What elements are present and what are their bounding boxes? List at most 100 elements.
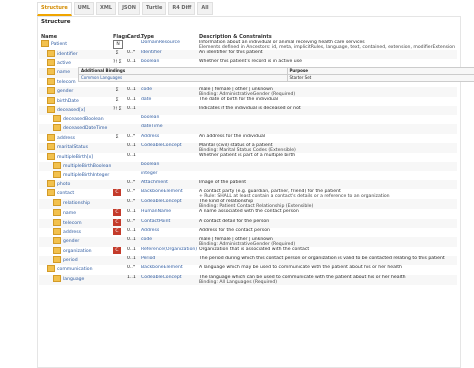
row-card-cell: 0..* [125,199,139,210]
row-name-cell: deceasedDateTime [39,124,111,134]
element-name[interactable]: language [63,277,84,282]
tab-structure[interactable]: Structure [37,2,72,16]
row-name-cell: photo [39,180,111,190]
type-link[interactable]: DomainResource [141,40,180,45]
type-link[interactable]: Attachment [141,180,168,185]
row-name-cell: Patient [39,40,111,50]
row-desc-cell [197,124,457,134]
row-card-cell [125,161,139,172]
row-flags-cell [111,153,125,162]
row-type-cell: code [139,237,197,247]
type-link[interactable]: BackboneElement [141,265,183,270]
row-type-cell: Identifier [139,50,197,60]
type-link[interactable]: Identifier [141,50,162,55]
table-row: identifier Σ 0..* Identifier An identifier f… [39,50,457,60]
row-name-cell: birthDate [39,96,111,106]
type-link[interactable]: integer [141,171,157,176]
row-card-cell: 0..* [125,50,139,60]
element-icon [47,96,55,104]
type-link[interactable]: dateTime [141,124,163,129]
type-link[interactable]: Reference(Organization) [141,247,197,252]
type-link[interactable]: boolean [141,59,159,64]
row-description: Address for the contact person [199,227,270,233]
table-row: name C 0..1 HumanName A name associated with… [39,209,457,218]
type-link[interactable]: CodeableConcept [141,143,182,148]
type-link[interactable]: CodeableConcept [141,199,182,204]
row-desc-cell [197,171,457,180]
element-name[interactable]: deceased[x] [57,108,85,113]
element-icon [53,218,61,226]
row-flags-cell [111,274,125,285]
element-name[interactable]: address [57,136,75,141]
tab-xml[interactable]: XML [96,2,117,15]
type-link[interactable]: boolean [141,162,159,167]
row-card-cell: 1..1 [125,274,139,285]
element-name[interactable]: relationship [63,201,90,206]
row-card-cell: 0..1 [125,86,139,97]
element-name[interactable]: photo [57,182,70,187]
type-link[interactable]: boolean [141,115,159,120]
element-name[interactable]: Patient [51,42,67,47]
row-card-cell: 0..1 [127,152,136,158]
type-link[interactable]: Period [141,256,155,261]
element-name[interactable]: deceasedBoolean [63,117,104,122]
table-row: deceasedBoolean boolean [39,115,457,124]
col-flags: Flags [113,33,129,40]
element-name[interactable]: organization [63,249,92,254]
type-link[interactable]: Address [141,134,159,139]
tab-r4-diff[interactable]: R4 Diff [168,2,196,15]
type-link[interactable]: CodeableConcept [141,275,182,280]
tab-all[interactable]: All [197,2,213,15]
row-description: A language which may be used to communic… [199,265,402,271]
type-link[interactable]: code [141,87,152,92]
row-card-cell: 0..* [127,189,136,195]
element-name[interactable]: active [57,61,71,66]
row-flags-cell: Σ [111,86,125,97]
element-name[interactable]: communication [57,267,93,272]
type-link[interactable]: date [141,97,151,102]
element-icon [47,105,55,113]
tab-json[interactable]: JSON [118,2,140,15]
row-name-cell: multipleBirthInteger [39,171,111,180]
element-icon [47,86,55,94]
row-card-cell: 0..1 [127,247,136,252]
row-flags-cell [111,115,125,124]
element-name[interactable]: address [63,230,81,235]
tab-turtle[interactable]: Turtle [141,2,167,15]
row-description: Whether patient is part of a multiple bi… [199,152,296,158]
type-link[interactable]: ContactPoint [141,219,170,224]
element-name[interactable]: contact [57,191,74,196]
element-name[interactable]: multipleBirthInteger [63,173,109,178]
element-name[interactable]: identifier [57,52,78,57]
row-description: A contact detail for the person [199,218,270,224]
flag-badge: Σ [115,51,119,56]
element-name[interactable]: name [57,70,70,75]
element-name[interactable]: maritalStatus [57,145,88,150]
type-link[interactable]: BackboneElement [141,189,183,194]
row-type-cell: HumanName [139,209,197,218]
row-type-cell: date [139,97,197,106]
element-name[interactable]: telecom [63,221,82,226]
col-name: Name [41,33,58,40]
element-name[interactable]: telecom [57,80,76,85]
row-card-cell: 0..* [127,265,136,271]
element-name[interactable]: period [63,258,78,263]
row-description: The period during which this contact per… [199,256,445,262]
element-name[interactable]: multipleBirthBoolean [63,164,111,169]
element-name[interactable]: gender [57,89,73,94]
type-link[interactable]: HumanName [141,209,171,214]
flag-badge: C [113,209,121,217]
element-name[interactable]: name [63,211,76,216]
element-name[interactable]: multipleBirth[x] [57,155,93,160]
element-name[interactable]: birthDate [57,99,79,104]
element-name[interactable]: deceasedDateTime [63,126,107,131]
element-name[interactable]: gender [63,239,79,244]
tab-uml[interactable]: UML [73,2,95,15]
row-description: Image of the patient [199,180,247,186]
row-desc-cell: Whether patient is part of a multiple bi… [197,153,457,162]
type-link[interactable]: code [141,237,152,242]
row-description: The date of birth for the individual [199,96,279,102]
row-type-cell: ContactPoint [139,218,197,228]
row-flags-cell: C [111,189,125,199]
type-link[interactable]: Address [141,228,159,233]
